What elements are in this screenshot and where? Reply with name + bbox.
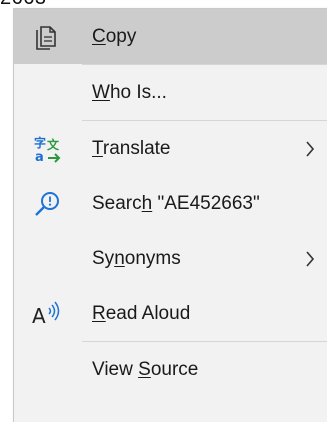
menu-item-label: View Source [92, 358, 199, 380]
menu-item-translate[interactable]: 字 a 文 Translate [14, 121, 327, 176]
menu-item-view-source[interactable]: View Source [14, 342, 327, 397]
menu-item-who-is[interactable]: Who Is... [14, 65, 327, 120]
menu-item-synonyms[interactable]: Synonyms [14, 231, 327, 286]
search-icon [30, 187, 64, 221]
menu-item-search[interactable]: Search "AE452663" [14, 176, 327, 231]
menu-item-label: Translate [92, 137, 171, 159]
menu-item-label: Synonyms [92, 247, 181, 269]
menu-item-read-aloud[interactable]: A Read Aloud [14, 286, 327, 341]
read-aloud-icon: A [30, 297, 64, 331]
chevron-right-icon [303, 139, 317, 159]
menu-item-label: Search "AE452663" [92, 192, 260, 214]
translate-icon: 字 a 文 [30, 132, 64, 166]
copy-icon [30, 20, 64, 54]
chevron-right-icon [303, 249, 317, 269]
svg-text:字: 字 [34, 135, 46, 150]
context-menu: Copy Who Is... 字 a 文 Translate Search "A… [13, 8, 327, 422]
screen: 2663 Copy Who Is... [0, 0, 327, 422]
svg-text:A: A [32, 304, 46, 328]
svg-text:a: a [35, 150, 44, 164]
document-text: 2663 [0, 0, 60, 8]
menu-item-label: Who Is... [92, 81, 167, 103]
svg-text:文: 文 [47, 137, 60, 152]
menu-item-copy[interactable]: Copy [14, 9, 327, 64]
menu-item-label: Copy [92, 25, 137, 47]
menu-item-label: Read Aloud [92, 302, 191, 324]
